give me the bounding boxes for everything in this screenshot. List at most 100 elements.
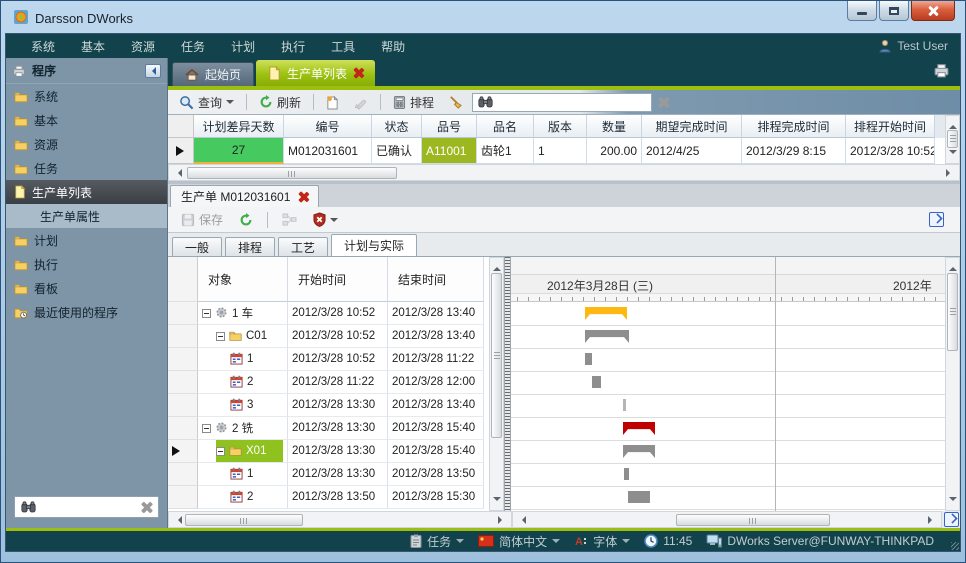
printer-icon[interactable] bbox=[933, 63, 950, 78]
column-header-排程开始时间[interactable]: 排程开始时间 bbox=[846, 115, 935, 138]
column-header-计划差异天数[interactable]: 计划差异天数 bbox=[194, 115, 284, 138]
status-font-menu[interactable]: 字体 bbox=[574, 533, 630, 550]
tree-node[interactable]: 2 bbox=[230, 371, 283, 393]
subtab-一般[interactable]: 一般 bbox=[172, 237, 222, 256]
sidebar-collapse-button[interactable] bbox=[145, 64, 161, 78]
schedule-button[interactable]: 排程 bbox=[388, 92, 439, 113]
menu-item[interactable]: 基本 bbox=[68, 35, 118, 58]
query-button[interactable]: 查询 bbox=[174, 92, 239, 113]
menu-item[interactable]: 执行 bbox=[268, 35, 318, 58]
tree-node[interactable]: 3 bbox=[230, 394, 283, 416]
sidebar-item-任务[interactable]: 任务 bbox=[6, 156, 167, 180]
sidebar-item-执行[interactable]: 执行 bbox=[6, 252, 167, 276]
status-language-menu[interactable]: 简体中文 bbox=[478, 533, 560, 550]
sidebar-item-生产单属性[interactable]: 生产单属性 bbox=[6, 204, 167, 228]
tree-expander-icon[interactable] bbox=[202, 309, 211, 318]
menu-item[interactable]: 系统 bbox=[18, 35, 68, 58]
tree-row-2 铣[interactable]: 2 铣2012/3/28 13:302012/3/28 15:40 bbox=[168, 417, 489, 440]
tree-column-header-开始时间[interactable]: 开始时间 bbox=[288, 257, 388, 302]
tab-close-icon[interactable] bbox=[353, 68, 363, 78]
tree-node[interactable]: 2 铣 bbox=[202, 417, 283, 439]
column-header-状态[interactable]: 状态 bbox=[372, 115, 422, 138]
sidebar-item-资源[interactable]: 资源 bbox=[6, 132, 167, 156]
status-tasks-menu[interactable]: 任务 bbox=[410, 533, 464, 550]
gantt-bar[interactable] bbox=[585, 307, 627, 320]
maximize-button[interactable] bbox=[879, 1, 909, 21]
sidebar-item-基本[interactable]: 基本 bbox=[6, 108, 167, 132]
column-header-编号[interactable]: 编号 bbox=[284, 115, 372, 138]
gantt-bar[interactable] bbox=[585, 353, 592, 365]
menu-item[interactable]: 帮助 bbox=[368, 35, 418, 58]
validate-button[interactable] bbox=[308, 210, 343, 229]
tree-expander-icon[interactable] bbox=[216, 447, 225, 456]
toolbar-search-input[interactable] bbox=[498, 95, 646, 109]
minimize-button[interactable] bbox=[847, 1, 877, 21]
tree-row-1[interactable]: 12012/3/28 13:302012/3/28 13:50 bbox=[168, 463, 489, 486]
flow-button[interactable] bbox=[277, 211, 302, 228]
menu-item[interactable]: 任务 bbox=[168, 35, 218, 58]
menu-item[interactable]: 计划 bbox=[218, 35, 268, 58]
tree-node[interactable]: 1 车 bbox=[202, 302, 283, 324]
tree-hscrollbar[interactable] bbox=[168, 511, 512, 528]
column-header-品号[interactable]: 品号 bbox=[422, 115, 477, 138]
sidebar-item-看板[interactable]: 看板 bbox=[6, 276, 167, 300]
tree-row-1[interactable]: 12012/3/28 10:522012/3/28 11:22 bbox=[168, 348, 489, 371]
tree-node[interactable]: 1 bbox=[230, 463, 283, 485]
popout-icon[interactable] bbox=[929, 212, 944, 227]
refresh-button[interactable]: 刷新 bbox=[254, 92, 306, 113]
tree-row-3[interactable]: 32012/3/28 13:302012/3/28 13:40 bbox=[168, 394, 489, 417]
gantt-bar[interactable] bbox=[628, 491, 650, 503]
tree-row-C01[interactable]: C012012/3/28 10:522012/3/28 13:40 bbox=[168, 325, 489, 348]
sidebar-item-生产单列表[interactable]: 生产单列表 bbox=[6, 180, 167, 204]
tree-node[interactable]: 1 bbox=[230, 348, 283, 370]
menu-item[interactable]: 资源 bbox=[118, 35, 168, 58]
resize-grip[interactable] bbox=[951, 542, 959, 550]
order-row[interactable]: 27M012031601已确认A11001齿轮11200.002012/4/25… bbox=[168, 138, 945, 164]
save-button[interactable]: 保存 bbox=[176, 209, 228, 230]
tree-row-2[interactable]: 22012/3/28 11:222012/3/28 12:00 bbox=[168, 371, 489, 394]
sidebar-search-input[interactable] bbox=[42, 500, 135, 514]
column-header-版本[interactable]: 版本 bbox=[534, 115, 587, 138]
toolbar-search-clear-icon[interactable] bbox=[658, 97, 669, 108]
close-button[interactable] bbox=[911, 1, 955, 21]
tree-expander-icon[interactable] bbox=[202, 424, 211, 433]
tree-column-header-对象[interactable]: 对象 bbox=[198, 257, 288, 302]
column-header-数量[interactable]: 数量 bbox=[587, 115, 642, 138]
subtab-计划与实际[interactable]: 计划与实际 bbox=[331, 234, 417, 256]
detail-doc-tab-close-icon[interactable] bbox=[298, 192, 308, 202]
sidebar-item-计划[interactable]: 计划 bbox=[6, 228, 167, 252]
tree-expander-icon[interactable] bbox=[216, 332, 225, 341]
gantt-bar[interactable] bbox=[592, 376, 601, 388]
gantt-bar[interactable] bbox=[585, 330, 629, 343]
gantt-bar[interactable] bbox=[623, 422, 655, 435]
splitter-handle[interactable] bbox=[504, 257, 511, 511]
column-header-期望完成时间[interactable]: 期望完成时间 bbox=[642, 115, 742, 138]
clean-button[interactable] bbox=[443, 93, 468, 112]
menu-item[interactable]: 工具 bbox=[318, 35, 368, 58]
gantt-bar[interactable] bbox=[623, 445, 655, 458]
tree-vscrollbar[interactable] bbox=[489, 257, 504, 511]
current-user[interactable]: Test User bbox=[878, 39, 948, 53]
new-button[interactable] bbox=[321, 93, 344, 112]
column-header-排程完成时间[interactable]: 排程完成时间 bbox=[742, 115, 846, 138]
gantt-bar[interactable] bbox=[623, 399, 626, 411]
subtab-工艺[interactable]: 工艺 bbox=[278, 237, 328, 256]
tree-column-header-结束时间[interactable]: 结束时间 bbox=[388, 257, 484, 302]
sidebar-item-系统[interactable]: 系统 bbox=[6, 84, 167, 108]
tree-row-2[interactable]: 22012/3/28 13:502012/3/28 15:30 bbox=[168, 486, 489, 509]
orders-vscrollbar[interactable] bbox=[945, 115, 960, 164]
gantt-bar[interactable] bbox=[624, 468, 629, 480]
tree-node[interactable]: 2 bbox=[230, 486, 283, 508]
tree-row-1 车[interactable]: 1 车2012/3/28 10:522012/3/28 13:40 bbox=[168, 302, 489, 325]
subtab-排程[interactable]: 排程 bbox=[225, 237, 275, 256]
gantt-vscrollbar[interactable] bbox=[945, 257, 960, 511]
tree-node[interactable]: C01 bbox=[216, 325, 283, 347]
column-header-品名[interactable]: 品名 bbox=[477, 115, 534, 138]
orders-hscrollbar[interactable] bbox=[168, 164, 960, 181]
sidebar-item-最近使用的程序[interactable]: 最近使用的程序 bbox=[6, 300, 167, 324]
detail-doc-tab[interactable]: 生产单 M012031601 bbox=[170, 185, 319, 207]
tree-row-X01[interactable]: X012012/3/28 13:302012/3/28 15:40 bbox=[168, 440, 489, 463]
sidebar-search-clear-icon[interactable] bbox=[141, 502, 152, 513]
edit-button[interactable] bbox=[348, 93, 373, 112]
tab-order-list[interactable]: 生产单列表 bbox=[256, 60, 375, 86]
